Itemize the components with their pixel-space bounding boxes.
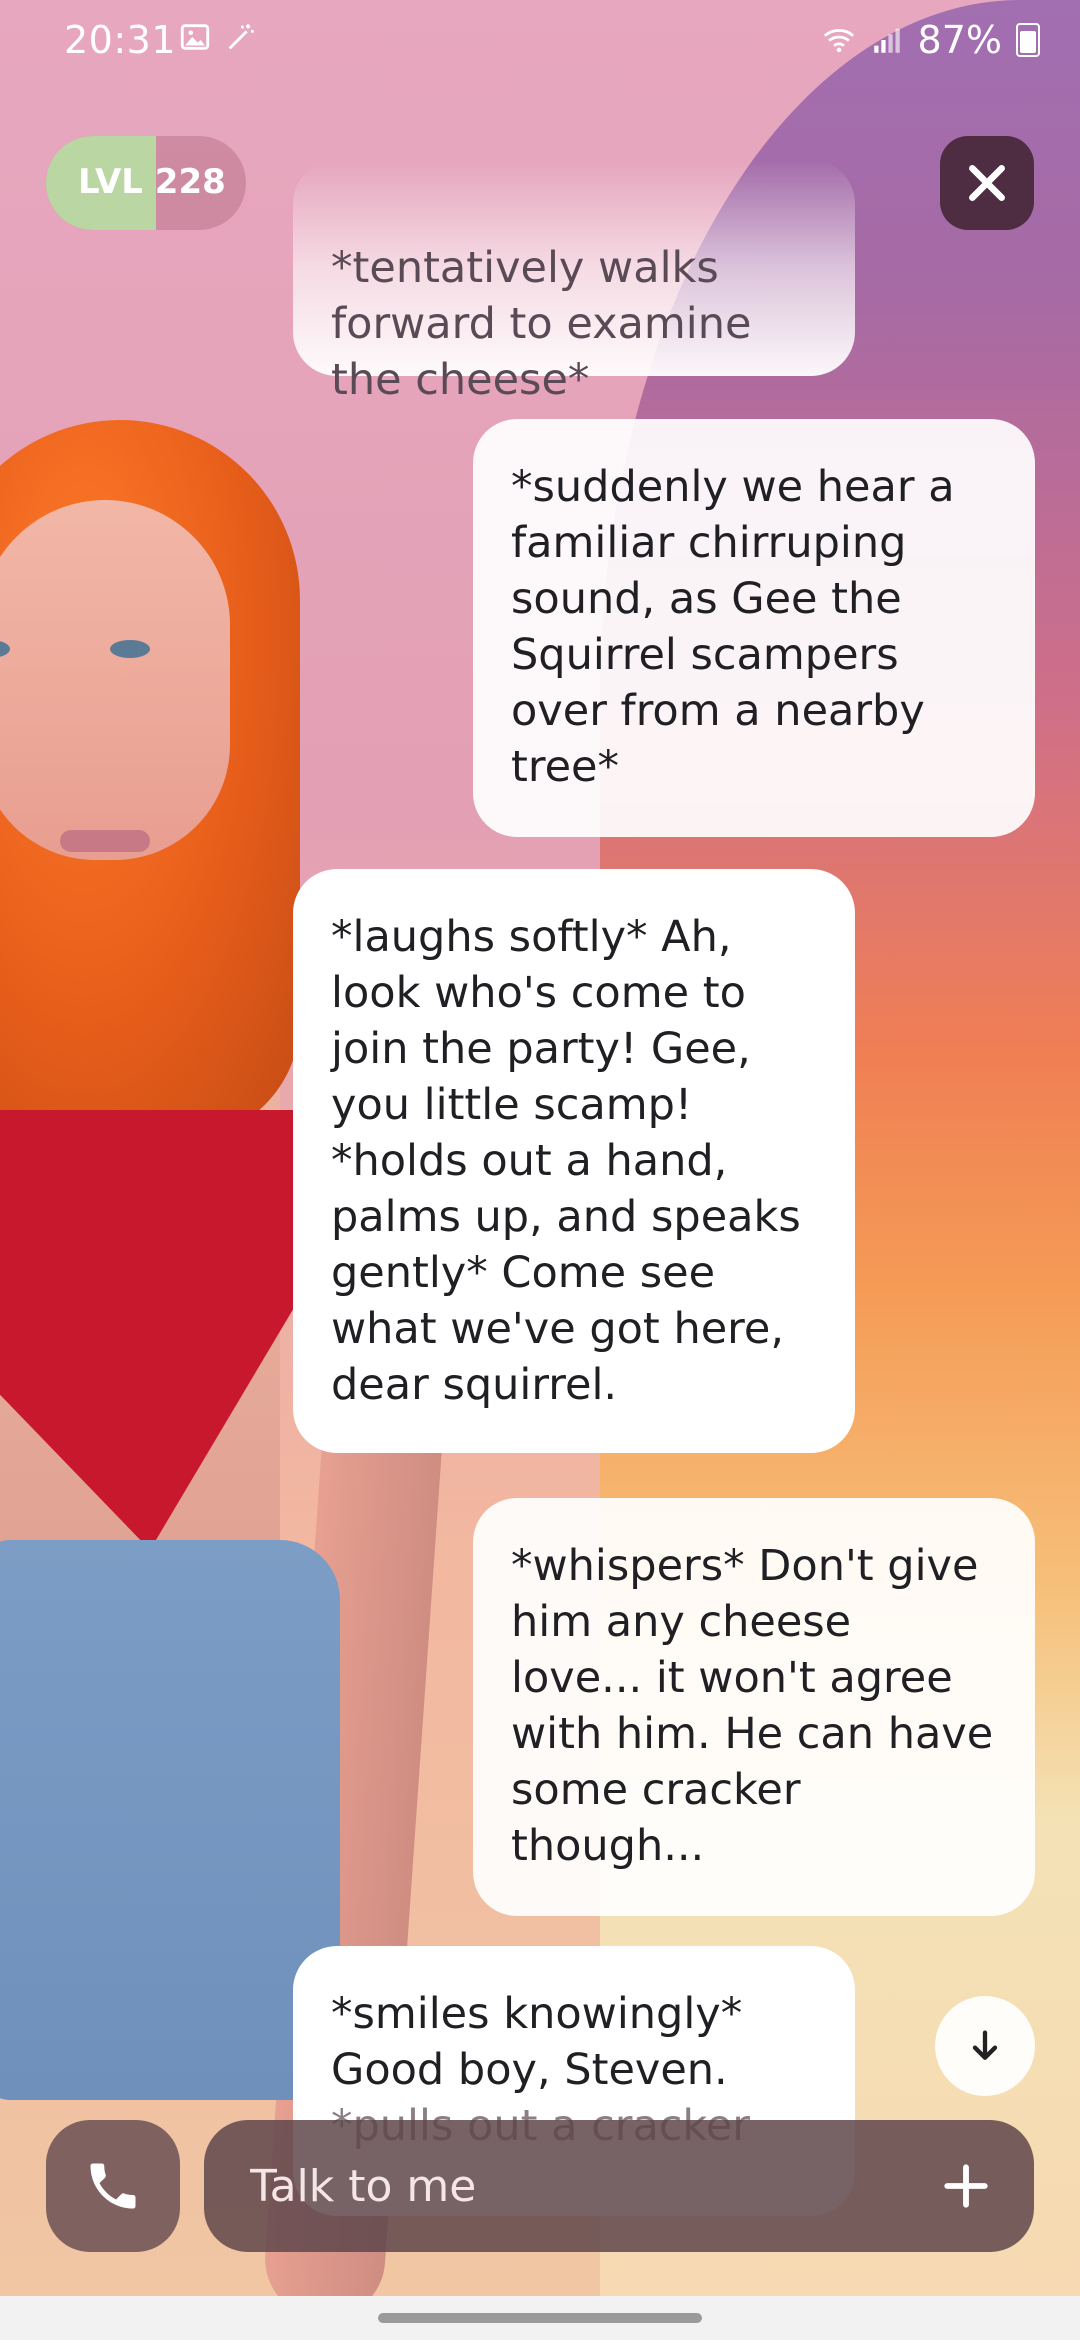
level-badge[interactable]: LVL 228: [46, 136, 246, 230]
message-text: *tentatively walks forward to examine th…: [331, 243, 752, 405]
message-composer: [204, 2120, 1034, 2252]
assistant-message-bubble: *laughs softly* Ah, look who's come to j…: [293, 869, 855, 1453]
home-indicator[interactable]: [378, 2313, 702, 2323]
gallery-icon: [180, 24, 210, 50]
status-notification-icons: [178, 20, 258, 54]
arrow-down-icon: [972, 2030, 998, 2060]
wifi-icon: [823, 29, 854, 53]
message-text: *smiles knowingly* Good boy, Steven.: [331, 1989, 743, 2095]
add-attachment-button[interactable]: [928, 2148, 1004, 2224]
message-text: *whispers* Don't give him any cheese lov…: [511, 1541, 994, 1871]
status-system-icons: 87%: [822, 18, 1040, 62]
assistant-message-bubble: *tentatively walks forward to examine th…: [293, 160, 855, 405]
avatar-lips: [60, 830, 150, 852]
battery-percent: 87%: [917, 18, 1002, 62]
user-message-bubble: *suddenly we hear a familiar chirruping …: [473, 419, 1035, 837]
battery-icon: [1016, 23, 1040, 57]
level-label: LVL 228: [78, 162, 226, 202]
message-text: *laughs softly* Ah, look who's come to j…: [331, 912, 801, 1410]
message-text: *suddenly we hear a familiar chirruping …: [511, 462, 955, 792]
avatar-face: [0, 500, 230, 860]
message-input[interactable]: [248, 2154, 892, 2218]
phone-icon: [90, 2163, 136, 2209]
signal-icon: [873, 28, 900, 53]
avatar-eye-right: [110, 640, 150, 658]
avatar-denim-skirt: [0, 1540, 340, 2100]
status-time: 20:31: [64, 18, 177, 62]
magic-wand-icon: [228, 24, 254, 50]
close-button[interactable]: [940, 136, 1034, 230]
close-icon: [969, 165, 1005, 201]
status-bar: 20:31 87%: [0, 0, 1080, 84]
plus-icon: [944, 2164, 988, 2208]
scroll-to-bottom-button[interactable]: [935, 1996, 1035, 2096]
avatar-eye-left: [0, 640, 10, 658]
voice-call-button[interactable]: [46, 2120, 180, 2252]
user-message-bubble: *whispers* Don't give him any cheese lov…: [473, 1498, 1035, 1916]
